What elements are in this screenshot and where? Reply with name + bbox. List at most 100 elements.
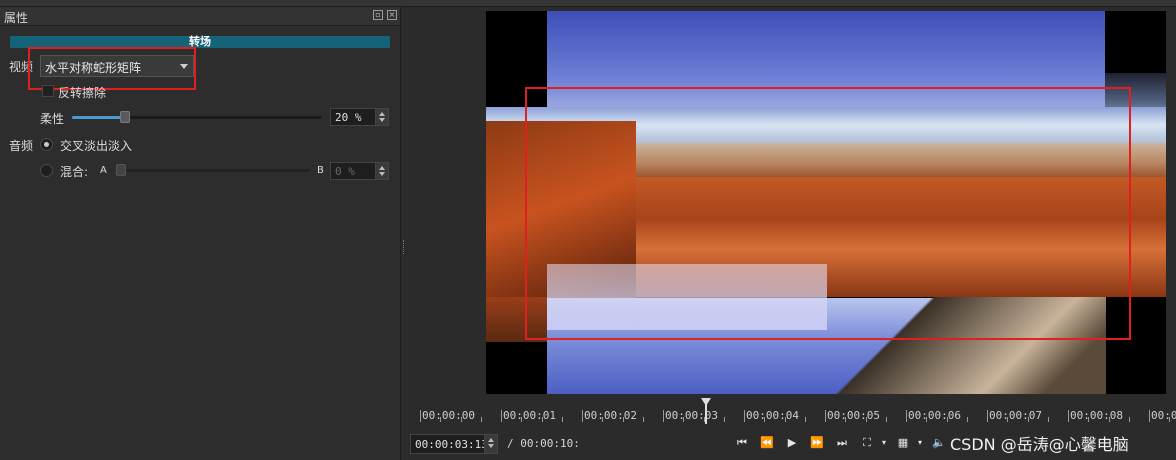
ruler-tick-label: 00:00:02 [584,409,637,422]
rewind-button[interactable]: ⏪ [759,436,775,450]
ruler-major-tick [825,410,826,422]
ruler-minor-tick [440,417,442,422]
softness-slider[interactable] [72,116,322,119]
timecode-stepper[interactable] [484,435,497,453]
crossfade-radio[interactable] [40,138,53,151]
arrow-down-icon[interactable] [379,172,385,176]
ruler-minor-tick [561,417,563,422]
fast-forward-button[interactable]: ⏩ [809,436,825,450]
ruler-major-tick [582,410,583,422]
ruler-tick-label: 00:00:07 [989,409,1042,422]
ruler-tick-label: 00:00:04 [746,409,799,422]
play-button[interactable]: ▶ [784,436,800,450]
mix-radio[interactable] [40,164,53,177]
playhead-marker[interactable] [701,398,711,406]
ruler-major-tick [1149,410,1150,422]
current-timecode-field[interactable]: 00:00:03:13 [410,434,498,454]
mix-spinbox[interactable]: 0 % [330,162,389,180]
ruler-minor-tick [966,417,968,422]
softness-value: 20 % [335,111,362,124]
ruler-minor-tick [865,417,867,422]
ruler-minor-tick [1047,417,1049,422]
arrow-up-icon[interactable] [379,166,385,170]
ruler-minor-tick [1108,417,1110,422]
ruler-minor-tick [1128,417,1130,422]
top-menu-strip [0,0,1176,7]
ruler-major-tick [906,410,907,422]
arrow-down-icon[interactable] [488,444,494,448]
ruler-minor-tick [946,417,948,422]
chevron-down-icon[interactable]: ▾ [912,436,928,450]
mix-b-label: B [317,165,324,176]
chevron-down-icon[interactable]: ▾ [876,436,892,450]
mix-slider[interactable] [116,169,310,172]
ruler-tick-label: 00:00:01 [503,409,556,422]
ruler-minor-tick [804,417,806,422]
fullscreen-icon[interactable]: ⛶ [859,436,875,450]
mix-value: 0 % [335,165,355,178]
ruler-minor-tick [885,417,887,422]
ruler-major-tick [501,410,502,422]
ruler-major-tick [744,410,745,422]
softness-spinbox[interactable]: 20 % [330,108,389,126]
arrow-up-icon[interactable] [488,438,494,442]
ruler-tick-label: 00:00:00 [422,409,475,422]
ruler-minor-tick [683,417,685,422]
grid-icon[interactable]: ▦ [895,436,911,450]
volume-icon[interactable]: 🔈 [931,436,947,450]
float-window-icon[interactable]: ▫ [373,10,383,20]
ruler-minor-tick [642,417,644,422]
ruler-minor-tick [1088,417,1090,422]
mix-a-label: A [100,165,107,176]
ruler-tick-label: 00:00:05 [827,409,880,422]
ruler-tick-label: 00:00:08 [1070,409,1123,422]
reverse-wipe-label: 反转擦除 [58,86,107,100]
panel-title: 属性 [4,11,29,25]
highlight-annotation-box [28,47,196,90]
current-timecode: 00:00:03:13 [415,438,488,451]
audio-label: 音频 [9,139,34,153]
ruler-minor-tick [521,417,523,422]
ruler-minor-tick [541,417,543,422]
softness-label: 柔性 [40,112,65,126]
mix-stepper[interactable] [375,163,388,179]
panel-header: 属性 ▫ × [0,7,400,26]
timeline-ruler[interactable]: 00:00:00 00:00:01 00:00:02 00:00:03 00:00:04… [420,398,1176,424]
ruler-tick-label: 00:00:09 [1151,409,1176,422]
ruler-minor-tick [1169,417,1171,422]
ruler-minor-tick [784,417,786,422]
total-duration: / 00:00:10: [507,437,580,450]
ruler-minor-tick [764,417,766,422]
reverse-wipe-checkbox[interactable] [42,85,54,97]
arrow-up-icon[interactable] [379,112,385,116]
crossfade-label: 交叉淡出淡入 [60,139,133,153]
skip-to-start-button[interactable]: ⏮ [734,436,750,450]
ruler-tick-label: 00:00:06 [908,409,961,422]
ruler-minor-tick [1027,417,1029,422]
ruler-minor-tick [602,417,604,422]
ruler-minor-tick [1007,417,1009,422]
arrow-down-icon[interactable] [379,118,385,122]
ruler-minor-tick [460,417,462,422]
close-panel-icon[interactable]: × [387,10,397,20]
ruler-major-tick [1068,410,1069,422]
ruler-major-tick [987,410,988,422]
ruler-minor-tick [723,417,725,422]
playhead-line [705,404,707,424]
softness-stepper[interactable] [375,109,388,125]
ruler-minor-tick [845,417,847,422]
mix-label: 混合: [60,165,89,179]
softness-slider-fill [72,116,124,119]
ruler-major-tick [663,410,664,422]
watermark-text: CSDN @岳涛@心馨电脑 [950,435,1129,454]
preview-highlight-box [525,87,1131,340]
ruler-tick-label: 00:00:03 [665,409,718,422]
ruler-minor-tick [622,417,624,422]
panel-splitter-handle[interactable] [403,240,406,254]
softness-slider-handle[interactable] [120,111,130,123]
skip-to-end-button[interactable]: ⏭ [834,436,850,450]
ruler-major-tick [420,410,421,422]
mix-slider-handle[interactable] [116,164,126,176]
ruler-minor-tick [480,417,482,422]
ruler-minor-tick [926,417,928,422]
